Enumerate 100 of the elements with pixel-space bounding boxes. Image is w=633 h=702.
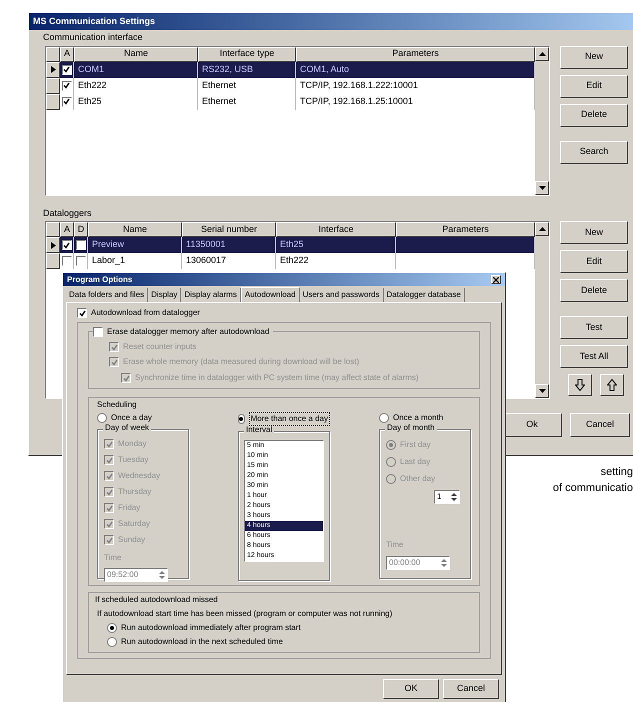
radio-button[interactable]: [238, 414, 245, 424]
row-header[interactable]: [46, 94, 60, 110]
table-row[interactable]: Labor_1 13060017 Eth222: [46, 253, 535, 269]
down-arrow-icon: [575, 379, 585, 391]
column-header[interactable]: Name: [74, 46, 198, 62]
section-label: Communication interface: [43, 31, 144, 44]
radio-button[interactable]: [386, 440, 396, 450]
checkbox[interactable]: [62, 256, 72, 266]
table-cell: Ethernet: [198, 94, 296, 110]
radio-button[interactable]: [107, 623, 117, 633]
row-header[interactable]: [46, 253, 60, 269]
table-cell: Labor_1: [88, 253, 182, 269]
description-text: If autodownload start time has been missed (program or computer was not running): [97, 608, 394, 620]
row-header[interactable]: [46, 78, 60, 94]
group-label: Scheduling: [97, 399, 138, 411]
table-row[interactable]: Eth222 Ethernet TCP/IP, 192.168.1.222:10001: [46, 78, 535, 94]
scrollbar[interactable]: [535, 46, 549, 194]
column-header[interactable]: D: [74, 222, 88, 237]
column-header[interactable]: Interface type: [198, 46, 296, 62]
radio-label: Run autodownload in the next scheduled time: [121, 636, 283, 648]
checkbox-label: Monday: [118, 438, 146, 450]
button[interactable]: Edit: [560, 250, 628, 273]
button[interactable]: Search: [560, 140, 628, 164]
row-header[interactable]: [46, 237, 60, 253]
scroll-up-icon[interactable]: [535, 222, 549, 236]
button[interactable]: Delete: [560, 104, 628, 126]
window-title: MS Communication Settings: [33, 14, 156, 28]
checkbox-label: Wednesday: [118, 470, 160, 482]
button[interactable]: Delete: [560, 279, 628, 302]
checkbox[interactable]: [104, 471, 114, 481]
day-spinner[interactable]: 1: [434, 490, 460, 504]
caption-text: setting: [600, 465, 633, 480]
checkbox-label: Tuesday: [118, 454, 148, 466]
field-label: Time: [386, 539, 404, 551]
table-row[interactable]: Preview 11350001 Eth25: [46, 237, 535, 253]
column-header[interactable]: A: [60, 46, 74, 62]
checkbox[interactable]: [76, 240, 86, 250]
button[interactable]: Test All: [560, 345, 628, 368]
checkbox[interactable]: [77, 308, 87, 318]
checkbox-label: Saturday: [118, 518, 150, 530]
checkbox[interactable]: [62, 64, 72, 74]
checkbox[interactable]: [104, 503, 114, 513]
move-down-button[interactable]: [568, 374, 592, 396]
checkbox[interactable]: [93, 327, 103, 337]
radio-label: Once a day: [111, 412, 152, 424]
spinner-icon: [159, 571, 165, 579]
button[interactable]: New: [560, 46, 628, 68]
column-header[interactable]: Name: [88, 222, 182, 237]
checkbox[interactable]: [62, 96, 72, 106]
button[interactable]: Cancel: [443, 679, 499, 699]
field-label: Time: [104, 552, 122, 564]
scrollbar[interactable]: [535, 222, 549, 398]
checkbox-label: Erase whole memory (data measured during download will be lost): [123, 356, 360, 368]
column-header[interactable]: Interface: [276, 222, 396, 237]
column-header[interactable]: A: [60, 222, 74, 237]
tab[interactable]: Autodownload: [240, 287, 300, 302]
checkbox-label: Thursday: [118, 486, 152, 498]
table-cell: 13060017: [182, 253, 276, 269]
checkbox[interactable]: [62, 240, 72, 250]
checkbox-label: Autodownload from datalogger: [91, 307, 200, 319]
radio-button[interactable]: [386, 457, 396, 467]
checkbox-label: Friday: [118, 502, 140, 514]
column-header[interactable]: Serial number: [182, 222, 276, 237]
checkbox[interactable]: [104, 439, 114, 449]
checkbox-label: Erase datalogger memory after autodownload: [107, 326, 270, 338]
checkbox-label: Reset counter inputs: [123, 341, 196, 353]
time-field[interactable]: 09:52:00: [104, 568, 168, 582]
checkbox[interactable]: [104, 519, 114, 529]
checkbox-label: Synchronize time in datalogger with PC system time (may affect state of alarms): [135, 372, 419, 384]
radio-button[interactable]: [97, 413, 107, 423]
button[interactable]: Edit: [560, 74, 628, 98]
scroll-up-icon[interactable]: [535, 46, 549, 60]
table-row[interactable]: COM1 RS232, USB COM1, Auto: [46, 62, 535, 78]
radio-button[interactable]: [107, 637, 117, 647]
radio-button[interactable]: [386, 474, 396, 484]
scroll-down-icon[interactable]: [535, 180, 549, 194]
checkbox[interactable]: [104, 487, 114, 497]
move-up-button[interactable]: [600, 374, 624, 396]
checkbox[interactable]: [104, 535, 114, 545]
time-value: 09:52:00: [107, 569, 138, 581]
button[interactable]: OK: [383, 679, 439, 699]
row-pointer-icon: [50, 66, 56, 73]
radio-button[interactable]: [379, 413, 389, 423]
column-header[interactable]: Parameters: [396, 222, 535, 237]
radio-label: Once a month: [393, 412, 444, 424]
scroll-down-icon[interactable]: [535, 384, 549, 398]
radio-label: Other day: [400, 473, 436, 485]
button[interactable]: New: [560, 221, 628, 244]
button[interactable]: Test: [560, 316, 628, 339]
checkbox[interactable]: [104, 455, 114, 465]
button[interactable]: Cancel: [570, 413, 630, 437]
radio-label: First day: [400, 439, 431, 451]
group-label: Day of week: [103, 424, 152, 432]
close-icon[interactable]: [491, 275, 501, 284]
checkbox[interactable]: [62, 80, 72, 90]
table-row[interactable]: Eth25 Ethernet TCP/IP, 192.168.1.25:10001: [46, 94, 535, 110]
time-field[interactable]: 00:00:00: [386, 556, 450, 570]
checkbox[interactable]: [76, 256, 86, 266]
column-header[interactable]: Parameters: [296, 46, 535, 62]
row-header[interactable]: [46, 62, 60, 78]
